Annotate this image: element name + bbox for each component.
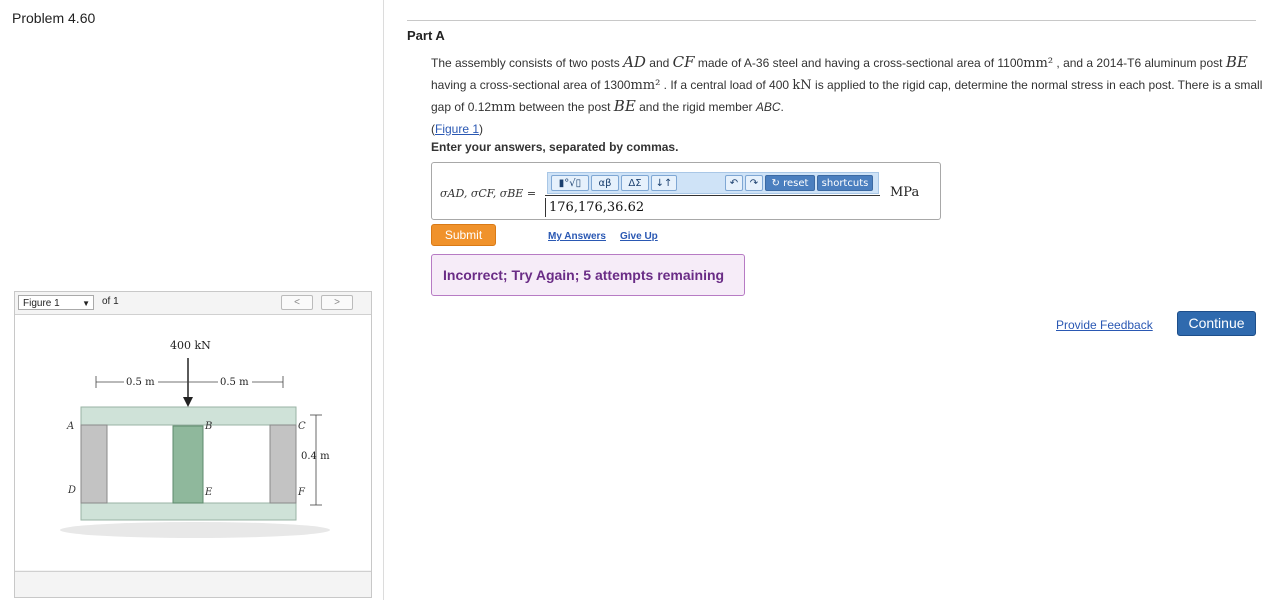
statement-text: . <box>780 100 784 114</box>
label-d: D <box>67 485 76 496</box>
figure-footer <box>15 571 371 597</box>
rigid-base <box>80 502 297 521</box>
math-be: BE <box>613 97 636 115</box>
redo-icon[interactable]: ↷ <box>745 175 763 191</box>
problem-statement: The assembly consists of two posts AD an… <box>431 53 1263 136</box>
unit-kn: kN <box>792 77 812 93</box>
dim-label-left: 0.5 m <box>126 377 155 388</box>
greek-button[interactable]: αβ <box>591 175 619 191</box>
submit-button[interactable]: Submit <box>431 224 496 246</box>
figure-panel: Figure 1 ▼ of 1 < > 400 kN 0.5 m 0.5 m 0… <box>14 291 372 598</box>
post-assembly-diagram: 400 kN 0.5 m 0.5 m 0.4 m A D B E C F <box>60 339 330 538</box>
ground-shadow <box>60 522 330 538</box>
answer-box: σAD, σCF, σBE = ▮°√▯ αβ ΔΣ ↓↑ ↶ ↷ ↻ rese… <box>431 162 941 220</box>
symbols-button[interactable]: ΔΣ <box>621 175 649 191</box>
right-panel: Part A The assembly consists of two post… <box>384 0 1279 600</box>
answer-unit: MPa <box>890 185 920 200</box>
my-answers-link[interactable]: My Answers <box>548 231 606 242</box>
instruction: Enter your answers, separated by commas. <box>431 140 679 154</box>
unit-mm2: mm² <box>1023 56 1054 71</box>
chevron-down-icon: ▼ <box>82 299 90 308</box>
feedback-message: Incorrect; Try Again; 5 attempts remaini… <box>443 267 725 283</box>
load-arrow-head <box>183 397 193 407</box>
divider <box>407 20 1256 21</box>
statement-text: and the rigid member <box>635 100 756 114</box>
post-ad <box>80 424 108 504</box>
answer-label: σAD, σCF, σBE = <box>440 187 537 200</box>
statement-text: between the post <box>515 100 614 114</box>
prev-figure-button[interactable]: < <box>281 295 313 310</box>
label-e: E <box>204 487 213 498</box>
dim-label-right: 0.5 m <box>220 377 249 388</box>
shortcuts-button[interactable]: shortcuts <box>817 175 873 191</box>
next-figure-button[interactable]: > <box>321 295 353 310</box>
continue-button[interactable]: Continue <box>1177 311 1256 336</box>
post-cf <box>269 424 297 504</box>
math-toolbar: ▮°√▯ αβ ΔΣ ↓↑ ↶ ↷ ↻ reset shortcuts <box>547 172 879 194</box>
left-panel: Problem 4.60 Figure 1 ▼ of 1 < > 400 kN … <box>0 0 384 600</box>
undo-icon[interactable]: ↶ <box>725 175 743 191</box>
label-f: F <box>297 487 306 498</box>
load-label: 400 kN <box>170 339 211 352</box>
figure-canvas: 400 kN 0.5 m 0.5 m 0.4 m A D B E C F <box>15 315 371 570</box>
label-b: B <box>204 421 212 432</box>
answer-input[interactable]: 176,176,36.62 <box>545 198 880 217</box>
part-title: Part A <box>407 28 445 43</box>
templates-button[interactable]: ▮°√▯ <box>551 175 589 191</box>
post-be <box>172 425 204 504</box>
label-c: C <box>298 421 306 432</box>
unit-mm2: mm² <box>630 77 661 93</box>
feedback-box: Incorrect; Try Again; 5 attempts remaini… <box>431 254 745 296</box>
provide-feedback-link[interactable]: Provide Feedback <box>1056 318 1153 332</box>
statement-text: . If a central load of 400 <box>660 77 793 92</box>
figure-select[interactable]: Figure 1 ▼ <box>18 295 94 310</box>
problem-title: Problem 4.60 <box>12 10 96 26</box>
figure-toolbar: Figure 1 ▼ of 1 < > <box>15 292 371 315</box>
statement-text: The assembly consists of two posts <box>431 56 624 70</box>
statement-text: , and a 2014-T6 aluminum post <box>1053 56 1226 70</box>
dim-label-height: 0.4 m <box>301 451 330 462</box>
arrows-button[interactable]: ↓↑ <box>651 175 677 191</box>
answer-underline <box>545 195 880 196</box>
math-be: BE <box>1225 53 1248 71</box>
give-up-link[interactable]: Give Up <box>620 231 658 242</box>
member-abc: ABC <box>755 100 781 114</box>
statement-text: having a cross-sectional area of 1300 <box>431 77 631 92</box>
unit-mm: mm <box>491 100 516 115</box>
reset-button[interactable]: ↻ reset <box>765 175 815 191</box>
math-ad: AD <box>623 53 646 71</box>
math-cf: CF <box>672 53 695 71</box>
figure-link[interactable]: Figure 1 <box>435 122 479 136</box>
statement-text: and <box>645 56 673 70</box>
figure-count: of 1 <box>102 296 119 307</box>
statement-text: made of A-36 steel and having a cross-se… <box>694 56 1024 70</box>
label-a: A <box>66 421 74 432</box>
figure-select-value: Figure 1 <box>23 298 60 309</box>
rigid-cap <box>80 406 297 426</box>
